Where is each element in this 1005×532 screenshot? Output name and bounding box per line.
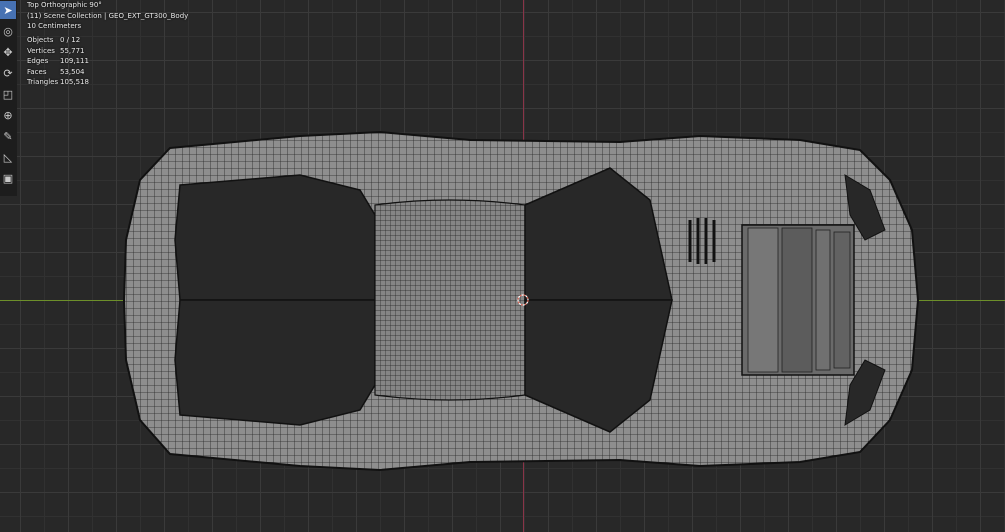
rear-left-opening [174,174,376,301]
stat-row: Edges 109,111 [27,56,89,67]
stat-row: Triangles 105,518 [27,77,89,88]
view-name: Top Orthographic 90° [27,1,102,9]
scale-tool[interactable]: ◰ [0,85,16,103]
grid-scale: 10 Centimeters [27,22,82,30]
stat-label: Vertices [27,46,55,55]
stat-row: Vertices 55,771 [27,46,89,57]
scale-icon: ◰ [2,87,14,101]
cube-icon: ▣ [2,171,14,185]
car-body-mesh[interactable] [0,0,1005,532]
scene-statistics: Objects 0 / 12 Vertices 55,771 Edges 109,111 F… [27,35,89,88]
viewport-info: Top Orthographic 90° (11) Scene Collecti… [27,0,188,32]
measure-tool[interactable]: ◺ [0,148,16,166]
transform-icon: ⊕ [3,108,13,122]
ruler-icon: ◺ [3,150,13,164]
stat-row: Objects 0 / 12 [27,35,89,46]
stat-value: 0 / 12 [60,36,81,44]
rear-right-opening [174,299,376,426]
3d-cursor-icon: ◎ [3,24,13,38]
add-cube-tool[interactable]: ▣ [0,169,16,187]
rotate-tool[interactable]: ⟳ [0,64,16,82]
select-tool[interactable]: ➤ [0,1,16,19]
tool-shelf: ➤ ◎ ✥ ⟳ ◰ ⊕ ✎ ◺ ▣ [0,0,17,196]
stat-value: 53,504 [60,67,85,76]
stat-value: 109,111 [60,57,89,65]
stat-label: Faces [27,67,47,76]
stat-value: 105,518 [60,78,89,86]
stat-value: 55,771 [60,46,85,55]
transform-tool[interactable]: ⊕ [0,106,16,124]
pencil-icon: ✎ [3,129,13,143]
move-tool[interactable]: ✥ [0,43,16,61]
cursor-arrow-icon: ➤ [3,3,13,17]
stat-row: Faces 53,504 [27,67,89,78]
stat-label: Objects [27,36,54,44]
move-icon: ✥ [3,45,13,59]
collection-name: (11) Scene Collection | GEO_EXT_GT300_Bo… [27,11,189,20]
cursor-tool[interactable]: ◎ [0,22,16,40]
3d-viewport[interactable] [0,0,1005,532]
annotate-tool[interactable]: ✎ [0,127,16,145]
stat-label: Triangles [27,78,59,86]
roof-panel [374,199,526,401]
stat-label: Edges [27,57,49,65]
rotate-icon: ⟳ [3,66,13,80]
